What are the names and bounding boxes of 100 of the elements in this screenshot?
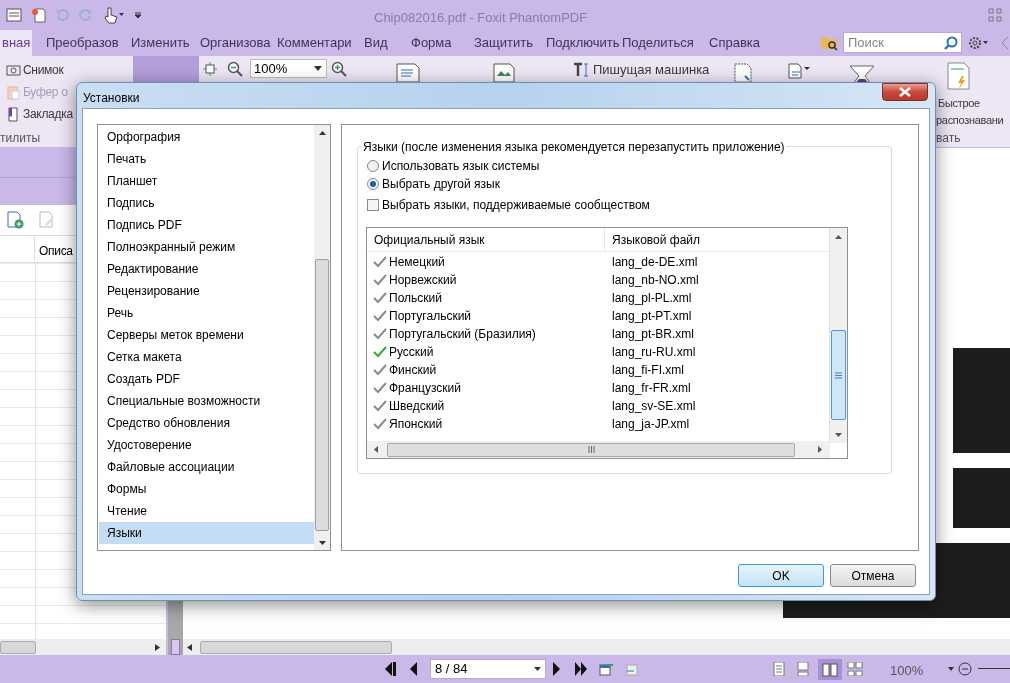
category-item[interactable]: Серверы меток времени <box>99 324 314 346</box>
close-button[interactable] <box>882 83 928 101</box>
single-page-icon[interactable] <box>772 662 786 676</box>
horizontal-scrollbar[interactable] <box>0 639 166 655</box>
scroll-right-icon[interactable] <box>818 446 822 453</box>
category-item[interactable]: Формы <box>99 478 314 500</box>
scroll-right-icon[interactable] <box>155 643 160 651</box>
hand-tool-icon[interactable] <box>102 6 126 24</box>
panel-splitter-handle[interactable] <box>171 639 180 655</box>
menu-tab[interactable]: Защитить <box>472 30 535 56</box>
column-header: Описа <box>38 243 73 260</box>
category-item[interactable]: Создать PDF <box>99 368 314 390</box>
dropdown-arrow-icon <box>534 667 541 671</box>
category-item[interactable]: Редактирование <box>99 258 314 280</box>
bookmark-icon <box>6 106 21 122</box>
scroll-up-icon[interactable] <box>318 131 326 135</box>
vertical-scrollbar[interactable] <box>314 125 330 550</box>
category-item[interactable]: Подпись PDF <box>99 214 314 236</box>
typewriter-button[interactable]: Пишущая машинка <box>573 60 710 80</box>
category-item[interactable]: Орфография <box>99 126 314 148</box>
page-field[interactable]: 8 / 84 <box>430 659 546 679</box>
customize-icon[interactable] <box>134 10 142 20</box>
document-icon[interactable] <box>6 8 22 22</box>
vertical-scrollbar[interactable] <box>829 228 847 443</box>
menu-tab[interactable]: Форма <box>409 30 454 56</box>
column-header[interactable]: Языковой файл <box>605 228 830 252</box>
category-item[interactable]: Специальные возможности <box>99 390 314 412</box>
clipboard-icon <box>6 84 21 100</box>
new-document-icon[interactable] <box>30 7 46 23</box>
category-item[interactable]: Подпись <box>99 192 314 214</box>
ribbon-button[interactable]: Снимок <box>6 60 64 80</box>
menu-tab[interactable]: Организова <box>198 30 273 56</box>
zoom-reading: 100% <box>890 662 924 680</box>
category-item[interactable]: Сетка макета <box>99 346 314 368</box>
zoom-out-icon[interactable] <box>227 61 243 77</box>
zoom-combo[interactable]: 100% <box>250 59 327 78</box>
image-icon[interactable] <box>492 62 518 82</box>
scroll-down-icon[interactable] <box>318 541 326 545</box>
zoom-out-icon[interactable] <box>958 662 972 676</box>
search-icon[interactable] <box>944 36 958 50</box>
dialog-button[interactable]: Отмена <box>830 564 916 587</box>
menu-tab[interactable]: Поделиться <box>620 30 696 56</box>
table-cell-text: lang_ru-RU.xml <box>611 344 696 361</box>
category-item[interactable]: Средство обновления <box>99 412 314 434</box>
category-item[interactable]: Языки <box>99 522 314 544</box>
ribbon-button[interactable]: Закладка <box>6 104 73 124</box>
menu-tab[interactable]: Комментари <box>275 30 354 56</box>
first-page-icon[interactable] <box>383 662 397 676</box>
table-cell-text: Французский <box>389 380 461 397</box>
zoom-in-icon[interactable] <box>331 61 347 77</box>
menu-tab[interactable]: Вид <box>362 30 390 56</box>
last-page-icon[interactable] <box>574 662 588 676</box>
camera-icon <box>6 62 21 78</box>
fit-page-icon[interactable] <box>202 61 218 77</box>
ocr-button[interactable]: Быстрое распознавани <box>936 95 1004 129</box>
facing-pages-icon <box>822 662 838 677</box>
table-cell-text: lang_pt-PT.xml <box>611 308 692 325</box>
table-cell-text: Русский <box>389 344 434 361</box>
settings-icon[interactable] <box>967 35 989 51</box>
group-label: вать <box>936 130 961 147</box>
column-header[interactable]: Официальный язык <box>367 228 605 252</box>
continuous-page-icon[interactable] <box>796 662 810 676</box>
category-item[interactable]: Удостоверение <box>99 434 314 456</box>
menu-tab[interactable]: Изменить <box>129 30 192 56</box>
swap-icon[interactable] <box>787 62 811 80</box>
category-item[interactable]: Планшет <box>99 170 314 192</box>
horizontal-scrollbar[interactable] <box>367 441 830 458</box>
table-cell-text: Португальский (Бразилия) <box>389 326 536 343</box>
checkbox-option[interactable]: Выбрать языки, поддерживаемые сообществом <box>367 196 650 214</box>
category-item[interactable]: Печать <box>99 148 314 170</box>
close-icon <box>899 87 911 97</box>
table-cell-text: lang_de-DE.xml <box>611 254 698 271</box>
category-item[interactable]: Чтение <box>99 500 314 522</box>
facing-pages-button[interactable] <box>818 659 842 680</box>
search-field[interactable]: Поиск <box>843 32 962 53</box>
scroll-down-icon[interactable] <box>835 433 842 437</box>
table-cell-text: lang_fi-FI.xml <box>611 362 685 379</box>
menu-tab[interactable]: Подключить <box>544 30 622 56</box>
previous-view-icon[interactable] <box>599 662 615 676</box>
category-item[interactable]: Речь <box>99 302 314 324</box>
find-folder-icon[interactable] <box>820 34 840 52</box>
table-cell-text: Финский <box>389 362 437 379</box>
table-cell-text: lang_fr-FR.xml <box>611 380 691 397</box>
scroll-up-icon[interactable] <box>835 235 842 239</box>
category-item[interactable]: Файловые ассоциации <box>99 456 314 478</box>
menu-tab[interactable]: Преобразов <box>44 30 121 56</box>
document-replace-icon[interactable] <box>733 62 755 82</box>
add-document-icon[interactable] <box>6 211 24 229</box>
radio-option[interactable]: Использовать язык системы <box>367 157 540 175</box>
category-item[interactable]: Полноэкранный режим <box>99 236 314 258</box>
scroll-left-icon[interactable] <box>374 446 378 453</box>
continuous-facing-icon[interactable] <box>847 662 863 676</box>
table-cell-text: Польский <box>389 290 442 307</box>
menu-tab[interactable]: вная <box>0 30 33 56</box>
dialog-button[interactable]: OK <box>738 564 824 587</box>
horizontal-scrollbar[interactable] <box>183 639 1010 655</box>
category-item[interactable]: Рецензирование <box>99 280 314 302</box>
radio-option[interactable]: Выбрать другой язык <box>367 175 500 193</box>
scroll-left-icon[interactable] <box>187 643 192 651</box>
menu-tab[interactable]: Справка <box>707 30 762 56</box>
